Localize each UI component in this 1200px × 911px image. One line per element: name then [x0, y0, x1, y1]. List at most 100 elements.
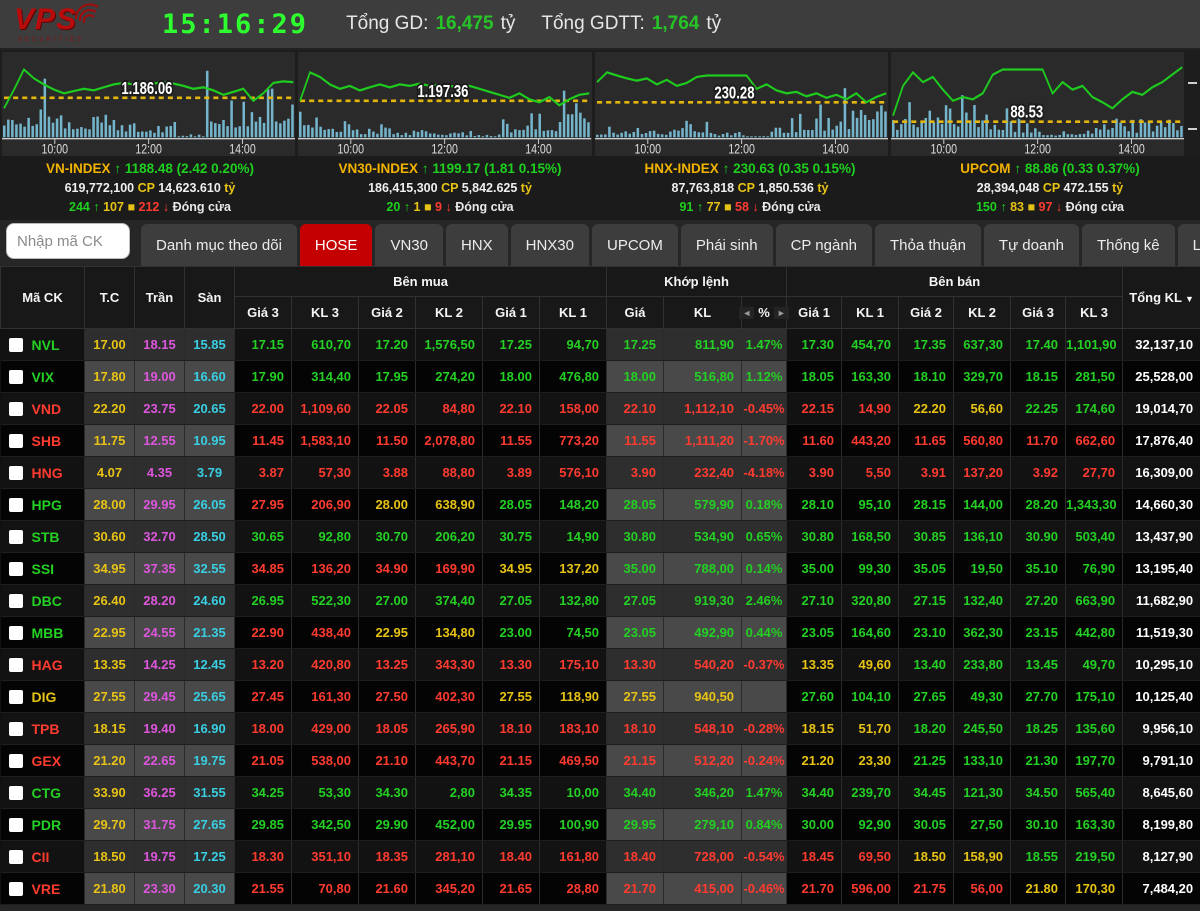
buy-volume-cell[interactable]: 1,576,50	[415, 328, 483, 361]
buy-volume-cell[interactable]: 137,20	[539, 552, 608, 585]
sell-price-cell[interactable]: 18.15	[786, 712, 843, 745]
row-checkbox[interactable]	[8, 849, 23, 864]
index-summary[interactable]: VN-INDEX ↑ 1188.48 (2.42 0.20%) 619,772,…	[0, 156, 300, 220]
ticker-symbol[interactable]: VIX	[32, 369, 55, 385]
sell-price-cell[interactable]: 11.60	[786, 424, 843, 457]
sell-price-cell[interactable]: 3.90	[786, 456, 843, 489]
buy-volume-cell[interactable]: 88,80	[415, 456, 483, 489]
buy-volume-cell[interactable]: 161,30	[291, 680, 359, 713]
sell-volume-cell[interactable]: 56,00	[953, 872, 1012, 905]
match-price-cell[interactable]: 35.00	[606, 552, 665, 585]
buy-price-cell[interactable]: 22.10	[482, 392, 540, 425]
sell-price-cell[interactable]: 30.05	[898, 808, 955, 841]
tab-lô-lẻ[interactable]: Lô lẻ	[1177, 224, 1200, 266]
sell-price-cell[interactable]: 13.45	[1010, 648, 1067, 681]
buy-price-cell[interactable]: 30.65	[234, 520, 292, 553]
scrollbar-tick[interactable]	[1188, 82, 1197, 84]
buy-price-cell[interactable]: 21.10	[358, 744, 416, 777]
index-summary[interactable]: HNX-INDEX ↑ 230.63 (0.35 0.15%) 87,763,8…	[600, 156, 900, 220]
sell-price-cell[interactable]: 18.55	[1010, 840, 1067, 873]
buy-price-cell[interactable]: 18.10	[482, 712, 540, 745]
sell-price-cell[interactable]: 11.70	[1010, 424, 1067, 457]
sell-price-cell[interactable]: 18.20	[898, 712, 955, 745]
percent-prev-arrow-icon[interactable]: ◄	[739, 306, 755, 319]
match-price-cell[interactable]: 21.70	[606, 872, 665, 905]
buy-price-cell[interactable]: 18.30	[234, 840, 292, 873]
sell-price-cell[interactable]: 27.70	[1010, 680, 1067, 713]
sell-price-cell[interactable]: 22.25	[1010, 392, 1067, 425]
sell-price-cell[interactable]: 22.20	[898, 392, 955, 425]
buy-volume-cell[interactable]: 374,40	[415, 584, 483, 617]
sell-price-cell[interactable]: 18.50	[898, 840, 955, 873]
buy-volume-cell[interactable]: 345,20	[415, 872, 483, 905]
buy-price-cell[interactable]: 13.20	[234, 648, 292, 681]
row-checkbox[interactable]	[8, 689, 23, 704]
buy-volume-cell[interactable]: 94,70	[539, 328, 608, 361]
sell-price-cell[interactable]: 35.10	[1010, 552, 1067, 585]
sell-price-cell[interactable]: 18.15	[1010, 360, 1067, 393]
sell-price-cell[interactable]: 21.30	[1010, 744, 1067, 777]
sell-volume-cell[interactable]: 320,80	[841, 584, 900, 617]
ticker-symbol[interactable]: VND	[32, 401, 62, 417]
sell-price-cell[interactable]: 23.10	[898, 616, 955, 649]
sell-volume-cell[interactable]: 281,50	[1065, 360, 1124, 393]
sell-volume-cell[interactable]: 233,80	[953, 648, 1012, 681]
header-total-volume-sort[interactable]: Tổng KL ▼	[1122, 266, 1200, 329]
sell-volume-cell[interactable]: 19,50	[953, 552, 1012, 585]
sell-volume-cell[interactable]: 27,50	[953, 808, 1012, 841]
buy-volume-cell[interactable]: 2,078,80	[415, 424, 483, 457]
buy-price-cell[interactable]: 17.15	[234, 328, 292, 361]
sell-volume-cell[interactable]: 104,10	[841, 680, 900, 713]
sell-volume-cell[interactable]: 133,10	[953, 744, 1012, 777]
percent-next-arrow-icon[interactable]: ►	[773, 306, 789, 319]
buy-price-cell[interactable]: 34.25	[234, 776, 292, 809]
row-checkbox[interactable]	[8, 817, 23, 832]
buy-volume-cell[interactable]: 148,20	[539, 488, 608, 521]
buy-volume-cell[interactable]: 452,00	[415, 808, 483, 841]
ticker-symbol[interactable]: GEX	[32, 753, 62, 769]
match-price-cell[interactable]: 29.95	[606, 808, 665, 841]
sell-price-cell[interactable]: 18.10	[898, 360, 955, 393]
ticker-symbol[interactable]: TPB	[32, 721, 60, 737]
sell-volume-cell[interactable]: 663,90	[1065, 584, 1124, 617]
buy-price-cell[interactable]: 17.25	[482, 328, 540, 361]
buy-volume-cell[interactable]: 158,00	[539, 392, 608, 425]
sell-volume-cell[interactable]: 174,60	[1065, 392, 1124, 425]
sell-price-cell[interactable]: 28.20	[1010, 488, 1067, 521]
sell-price-cell[interactable]: 11.65	[898, 424, 955, 457]
index-summary[interactable]: VN30-INDEX ↑ 1199.17 (1.81 0.15%) 186,41…	[300, 156, 600, 220]
row-checkbox[interactable]	[8, 561, 23, 576]
buy-price-cell[interactable]: 3.87	[234, 456, 292, 489]
buy-volume-cell[interactable]: 136,20	[291, 552, 359, 585]
sell-volume-cell[interactable]: 99,30	[841, 552, 900, 585]
buy-price-cell[interactable]: 3.88	[358, 456, 416, 489]
ticker-symbol[interactable]: SSI	[32, 561, 55, 577]
sell-price-cell[interactable]: 23.05	[786, 616, 843, 649]
sell-price-cell[interactable]: 30.00	[786, 808, 843, 841]
sell-price-cell[interactable]: 27.60	[786, 680, 843, 713]
ticker-symbol[interactable]: STB	[32, 529, 60, 545]
buy-volume-cell[interactable]: 118,90	[539, 680, 608, 713]
sell-volume-cell[interactable]: 175,10	[1065, 680, 1124, 713]
buy-volume-cell[interactable]: 2,80	[415, 776, 483, 809]
sell-volume-cell[interactable]: 95,10	[841, 488, 900, 521]
buy-volume-cell[interactable]: 175,10	[539, 648, 608, 681]
ticker-symbol[interactable]: HNG	[32, 465, 63, 481]
match-price-cell[interactable]: 27.05	[606, 584, 665, 617]
buy-volume-cell[interactable]: 53,30	[291, 776, 359, 809]
sell-price-cell[interactable]: 27.10	[786, 584, 843, 617]
sell-volume-cell[interactable]: 219,50	[1065, 840, 1124, 873]
match-price-cell[interactable]: 23.05	[606, 616, 665, 649]
row-checkbox[interactable]	[8, 369, 23, 384]
buy-price-cell[interactable]: 30.70	[358, 520, 416, 553]
match-price-cell[interactable]: 27.55	[606, 680, 665, 713]
buy-price-cell[interactable]: 3.89	[482, 456, 540, 489]
sell-volume-cell[interactable]: 132,40	[953, 584, 1012, 617]
sell-price-cell[interactable]: 13.40	[898, 648, 955, 681]
row-checkbox[interactable]	[8, 593, 23, 608]
ticker-symbol[interactable]: DBC	[32, 593, 62, 609]
sell-volume-cell[interactable]: 565,40	[1065, 776, 1124, 809]
match-price-cell[interactable]: 13.30	[606, 648, 665, 681]
ticker-symbol[interactable]: PDR	[32, 817, 62, 833]
sell-price-cell[interactable]: 27.65	[898, 680, 955, 713]
